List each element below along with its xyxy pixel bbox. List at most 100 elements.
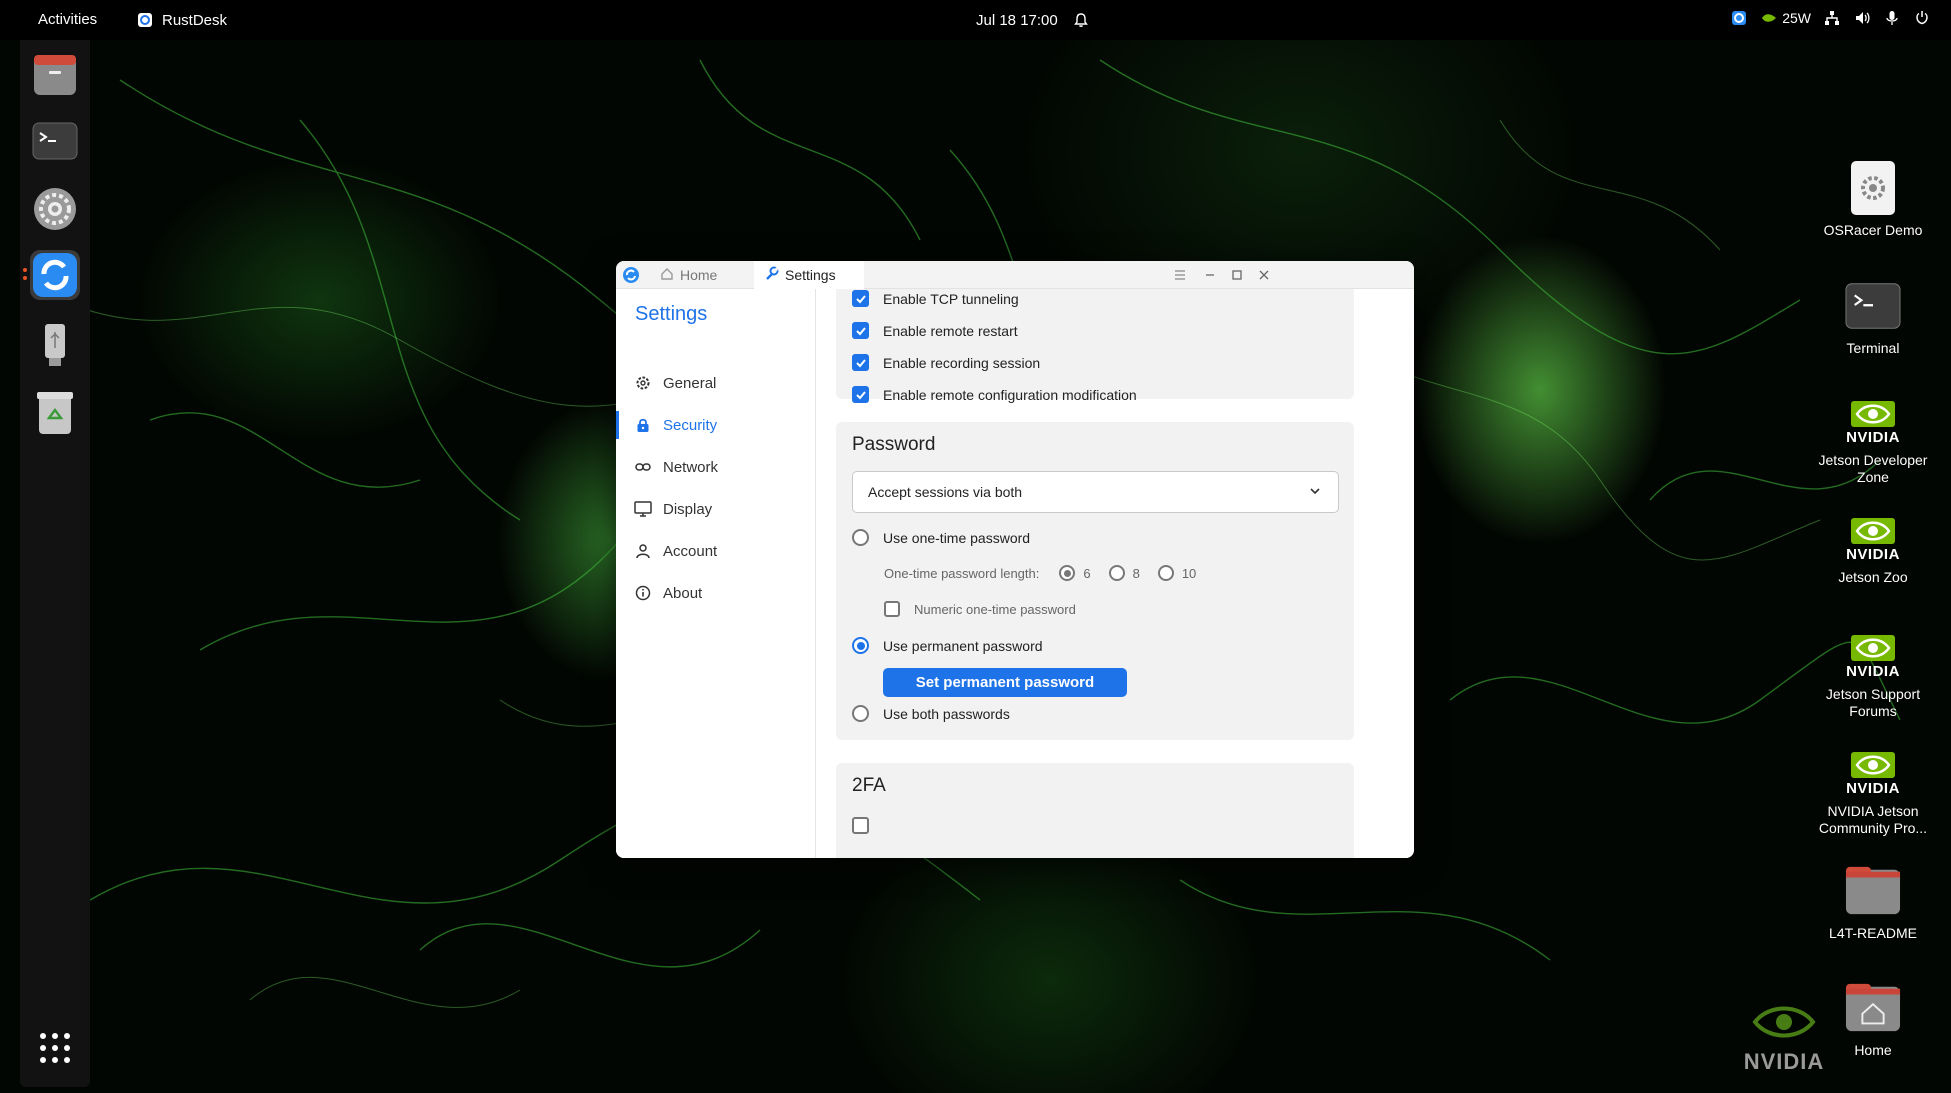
minimize-icon[interactable] — [1201, 266, 1219, 284]
radio-unselected-icon[interactable] — [1157, 565, 1174, 581]
desktop-icon-l4t-readme[interactable]: L4T-README — [1803, 863, 1943, 942]
checkbox-checked-icon[interactable] — [852, 354, 869, 371]
checkbox-unchecked-icon[interactable] — [852, 817, 869, 834]
sidebar-title: Settings — [635, 303, 708, 325]
app-grid-icon[interactable] — [30, 1023, 80, 1073]
checkbox-checked-icon[interactable] — [852, 290, 869, 307]
accept-sessions-dropdown[interactable]: Accept sessions via both — [852, 471, 1339, 513]
checkbox-enable-tcp-tunneling[interactable]: Enable TCP tunneling — [852, 290, 1019, 307]
nvidia-icon: NVIDIA — [1845, 741, 1901, 797]
set-permanent-password-button[interactable]: Set permanent password — [883, 668, 1127, 697]
dock — [20, 40, 90, 1087]
files-icon[interactable] — [30, 50, 80, 100]
sidebar-item-label: General — [663, 374, 717, 392]
activities-button[interactable]: Activities — [38, 11, 97, 28]
radio-selected-icon[interactable] — [1059, 565, 1076, 581]
sidebar-item-label: About — [663, 584, 703, 602]
nvidia-icon: NVIDIA — [1845, 624, 1901, 680]
microphone-icon[interactable] — [1883, 9, 1901, 27]
sidebar-item-network[interactable]: Network — [616, 447, 816, 487]
checkbox-enable-2fa[interactable] — [852, 817, 883, 834]
sidebar-item-display[interactable]: Display — [616, 489, 816, 529]
desktop-icon-jetson-support-forums[interactable]: NVIDIA Jetson Support Forums — [1803, 624, 1943, 720]
rustdesk-window: Home Settings Settings General Security … — [616, 261, 1414, 858]
otp-length-label: One-time password length: — [884, 565, 1040, 581]
sidebar-item-security[interactable]: Security — [616, 405, 816, 445]
twofa-card: 2FA — [836, 763, 1354, 858]
power-icon[interactable] — [1913, 9, 1931, 27]
checkbox-enable-remote-restart[interactable]: Enable remote restart — [852, 322, 1018, 339]
checkbox-unchecked-icon[interactable] — [884, 601, 900, 617]
otp-length-row: One-time password length: 6 8 10 — [884, 565, 1214, 581]
nvidia-wordmark: NVIDIA — [1846, 780, 1900, 797]
desktop-icon-osracer-demo[interactable]: OSRacer Demo — [1803, 160, 1943, 239]
nvidia-logo: NVIDIA — [1734, 1000, 1834, 1075]
rustdesk-logo-icon — [622, 266, 640, 289]
nvidia-wordmark: NVIDIA — [1743, 1049, 1825, 1074]
otp-length-option-10[interactable]: 10 — [1157, 565, 1196, 581]
rustdesk-app-icon — [136, 11, 154, 29]
close-icon[interactable] — [1255, 266, 1273, 284]
tab-settings[interactable]: Settings — [754, 261, 864, 289]
desktop-icon-label: Jetson Support Forums — [1825, 686, 1921, 719]
nvidia-tray-icon — [1760, 9, 1778, 27]
sidebar-item-account[interactable]: Account — [616, 531, 816, 571]
radio-unselected-icon[interactable] — [852, 705, 869, 722]
nvidia-icon: NVIDIA — [1845, 507, 1901, 563]
power-mode[interactable]: 25W — [1760, 9, 1811, 27]
rustdesk-icon[interactable] — [30, 250, 80, 300]
maximize-icon[interactable] — [1228, 266, 1246, 284]
window-titlebar[interactable]: Home Settings — [616, 261, 1414, 289]
network-icon[interactable] — [1823, 9, 1841, 27]
radio-selected-icon[interactable] — [852, 637, 869, 654]
sidebar-item-label: Display — [663, 500, 713, 518]
menu-icon[interactable] — [1171, 266, 1189, 284]
checkbox-numeric-otp[interactable]: Numeric one-time password — [884, 601, 1076, 617]
app-name: RustDesk — [162, 11, 228, 29]
app-menu[interactable]: RustDesk — [136, 11, 227, 29]
radio-use-one-time-password[interactable]: Use one-time password — [852, 529, 1030, 546]
info-icon — [634, 584, 652, 602]
sidebar-item-label: Security — [663, 416, 718, 434]
checkbox-label: Enable TCP tunneling — [883, 290, 1019, 307]
volume-icon[interactable] — [1853, 9, 1871, 27]
radio-use-both-passwords[interactable]: Use both passwords — [852, 705, 1010, 722]
checkbox-checked-icon[interactable] — [852, 386, 869, 403]
sidebar-item-general[interactable]: General — [616, 363, 816, 403]
permissions-card: Enable TCP tunneling Enable remote resta… — [836, 289, 1354, 403]
checkbox-enable-recording-session[interactable]: Enable recording session — [852, 354, 1040, 371]
desktop-icon-nvidia-jetson-community[interactable]: NVIDIA NVIDIA Jetson Community Pro... — [1803, 741, 1943, 837]
password-card: Password Accept sessions via both Use on… — [836, 422, 1354, 740]
checkbox-enable-remote-config-modification[interactable]: Enable remote configuration modification — [852, 386, 1137, 403]
usb-drive-icon[interactable] — [30, 320, 80, 370]
power-label: 25W — [1782, 10, 1811, 26]
tab-home[interactable]: Home — [654, 261, 754, 289]
radio-use-permanent-password[interactable]: Use permanent password — [852, 637, 1043, 654]
desktop-icon-label: Terminal — [1846, 340, 1900, 356]
datetime: Jul 18 17:00 — [976, 11, 1058, 29]
settings-icon[interactable] — [30, 184, 80, 234]
otp-length-option-6[interactable]: 6 — [1059, 565, 1091, 581]
checkbox-label: Enable remote configuration modification — [883, 386, 1137, 403]
trash-icon[interactable] — [30, 388, 80, 438]
radio-unselected-icon[interactable] — [1108, 565, 1125, 581]
lock-icon — [634, 416, 652, 434]
otp-length-option-8[interactable]: 8 — [1108, 565, 1140, 581]
checkbox-label: Numeric one-time password — [914, 601, 1076, 617]
system-tray[interactable]: 25W — [1730, 9, 1931, 27]
radio-unselected-icon[interactable] — [852, 529, 869, 546]
desktop-icon-jetson-developer-zone[interactable]: NVIDIA Jetson Developer Zone — [1803, 390, 1943, 486]
password-section-title: Password — [852, 434, 936, 455]
desktop-icon-jetson-zoo[interactable]: NVIDIA Jetson Zoo — [1803, 507, 1943, 586]
bell-icon — [1072, 11, 1090, 29]
terminal-icon — [1845, 278, 1901, 334]
terminal-icon[interactable] — [30, 116, 80, 166]
checkbox-checked-icon[interactable] — [852, 322, 869, 339]
clock[interactable]: Jul 18 17:00 — [976, 11, 1090, 29]
rustdesk-tray-icon[interactable] — [1730, 9, 1748, 27]
sidebar-item-about[interactable]: About — [616, 573, 816, 613]
radio-label: Use one-time password — [883, 529, 1031, 546]
desktop-icon-terminal[interactable]: Terminal — [1803, 278, 1943, 357]
gear-icon — [634, 374, 652, 392]
twofa-section-title: 2FA — [852, 775, 886, 796]
